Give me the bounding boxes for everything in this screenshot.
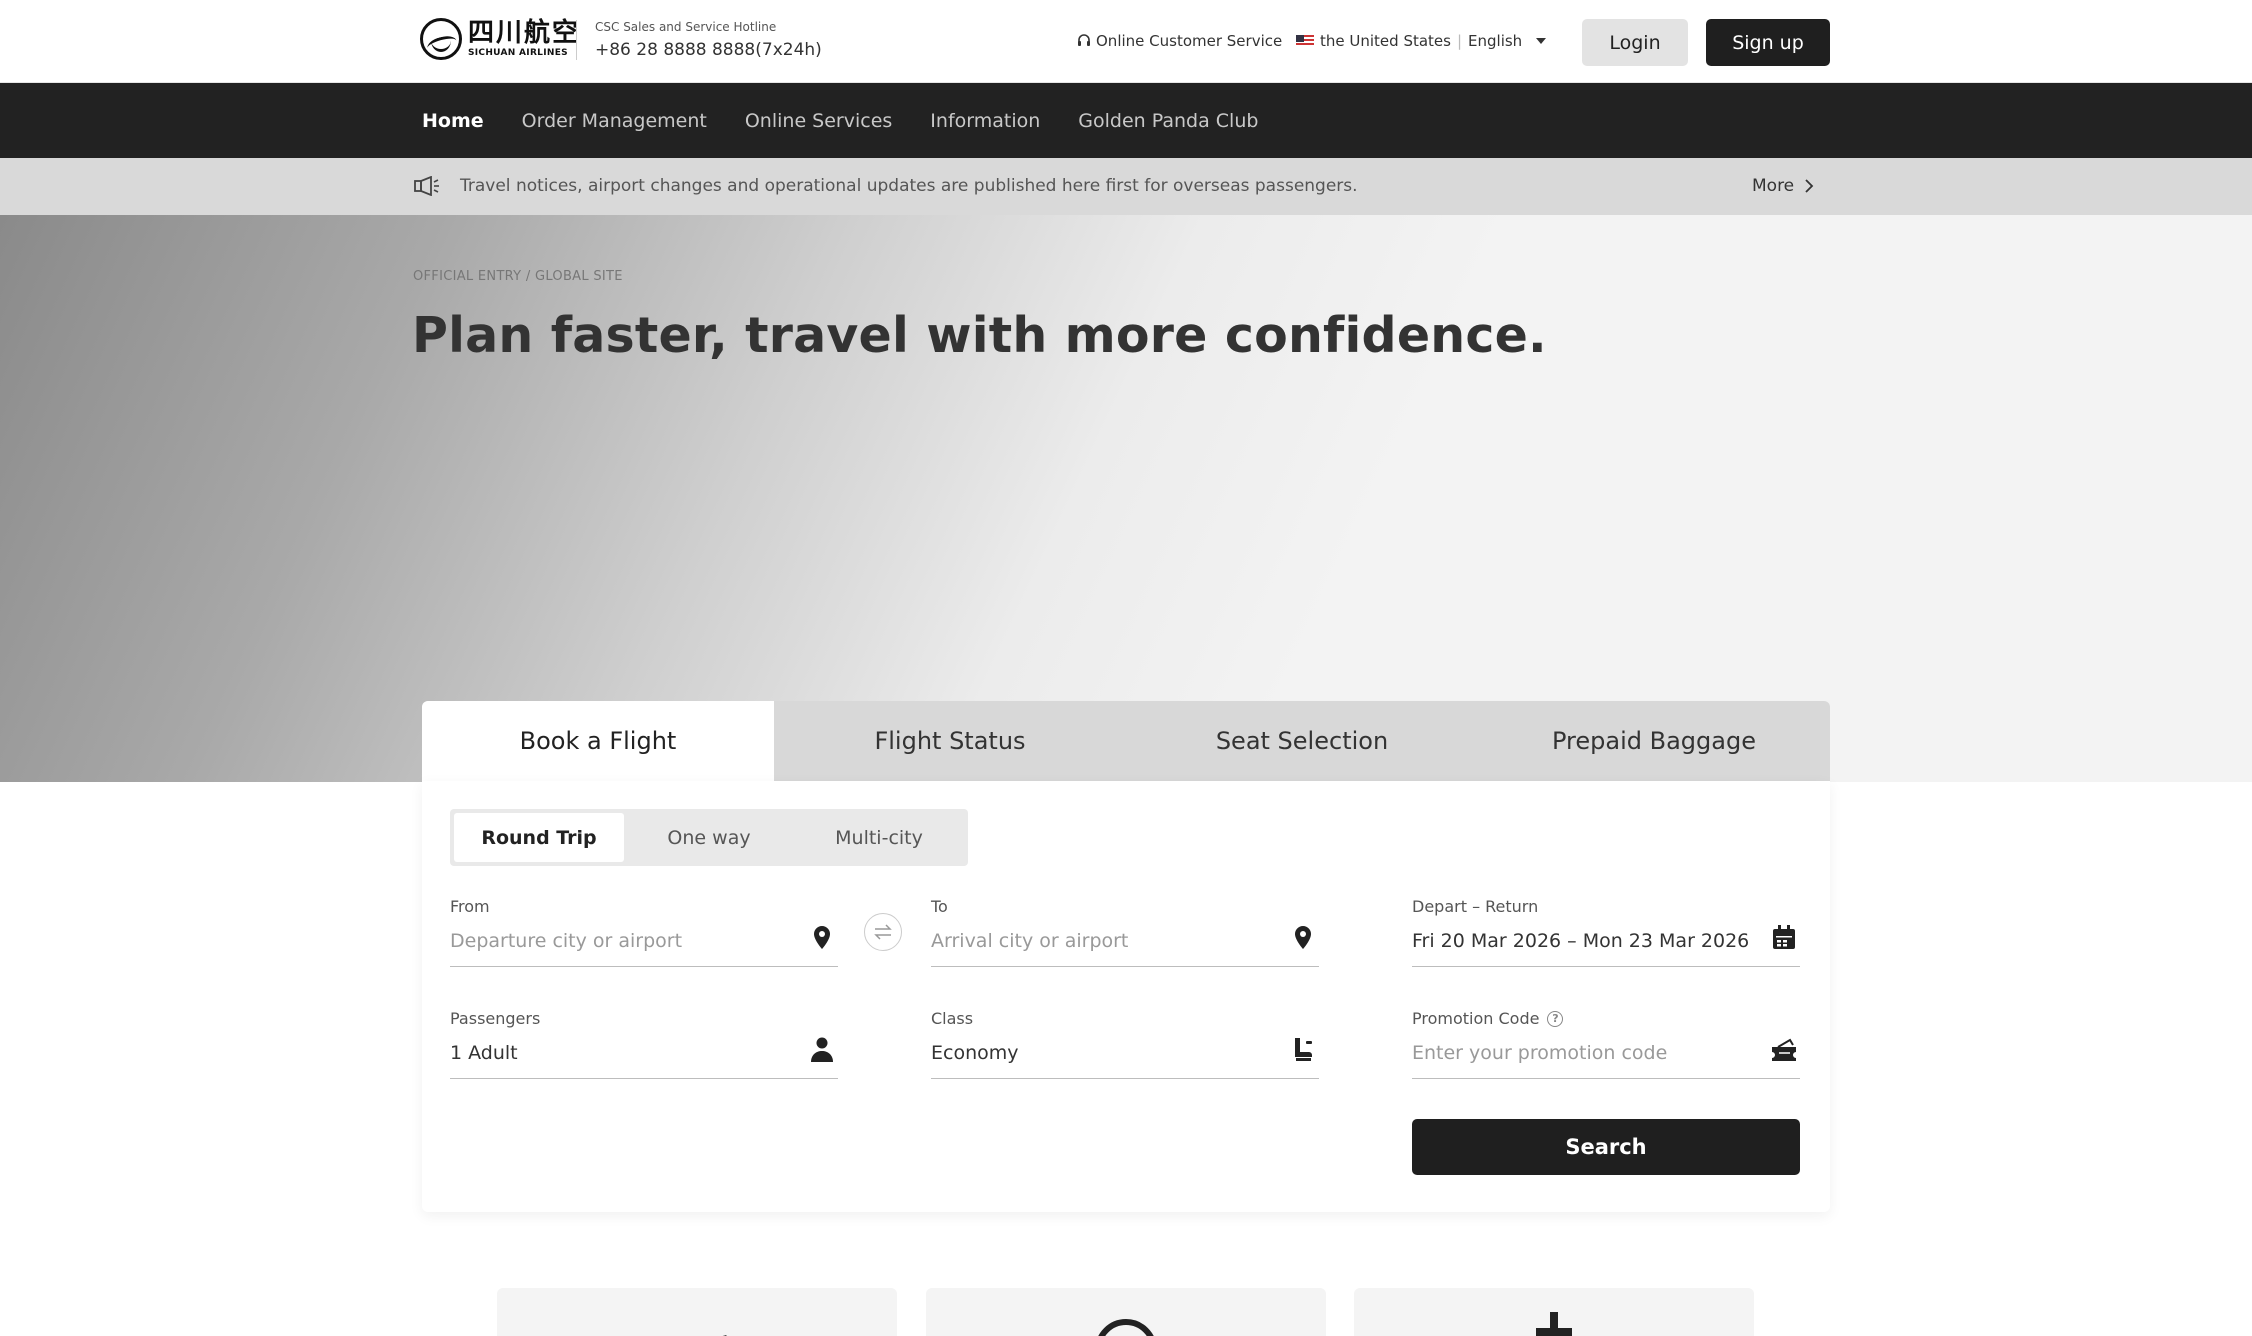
location-pin-icon xyxy=(814,926,830,949)
search-button[interactable]: Search xyxy=(1412,1119,1800,1175)
ticket-icon xyxy=(1772,1038,1796,1061)
clock-icon xyxy=(1098,1319,1154,1336)
notice-bar: Travel notices, airport changes and oper… xyxy=(0,158,2252,215)
country-label: the United States xyxy=(1320,32,1451,50)
promotion-code-field: Promotion Code ? xyxy=(1412,1009,1800,1079)
megaphone-icon xyxy=(414,176,439,196)
nav-item-online-services[interactable]: Online Services xyxy=(745,110,892,132)
language-label: English xyxy=(1468,32,1523,50)
help-icon[interactable]: ? xyxy=(1547,1010,1564,1027)
dates-value[interactable]: Fri 20 Mar 2026 – Mon 23 Mar 2026 xyxy=(1412,930,1749,952)
dates-label: Depart – Return xyxy=(1412,897,1539,916)
top-header: 四川航空 SICHUAN AIRLINES CSC Sales and Serv… xyxy=(0,0,2252,83)
swap-cities-button[interactable] xyxy=(864,913,902,951)
login-button[interactable]: Login xyxy=(1582,19,1688,66)
trip-type-selector: Round Trip One way Multi-city xyxy=(450,809,968,866)
to-field: To xyxy=(931,897,1319,967)
paper-plane-icon xyxy=(722,1335,727,1336)
chevron-down-icon xyxy=(1536,38,1547,44)
booking-tabs: Book a Flight Flight Status Seat Selecti… xyxy=(422,701,1830,781)
from-input[interactable] xyxy=(450,930,780,952)
hotline-label: CSC Sales and Service Hotline xyxy=(595,20,777,34)
headset-icon xyxy=(1078,34,1090,46)
tab-flight-status[interactable]: Flight Status xyxy=(774,701,1126,781)
logo-chinese-name: 四川航空 xyxy=(468,18,581,48)
nav-item-golden-panda-club[interactable]: Golden Panda Club xyxy=(1078,110,1258,132)
logo-emblem-icon xyxy=(420,18,462,60)
nav-item-information[interactable]: Information xyxy=(930,110,1040,132)
hero-banner: OFFICIAL ENTRY / GLOBAL SITE Plan faster… xyxy=(0,215,2252,782)
tab-seat-selection[interactable]: Seat Selection xyxy=(1126,701,1478,781)
chevron-right-icon xyxy=(1805,179,1814,193)
feature-card-1[interactable] xyxy=(497,1288,897,1336)
person-icon xyxy=(811,1037,833,1062)
promotion-code-label: Promotion Code xyxy=(1412,1009,1540,1028)
hero-kicker: OFFICIAL ENTRY / GLOBAL SITE xyxy=(413,269,623,284)
cabin-class-label: Class xyxy=(931,1009,974,1028)
tab-prepaid-baggage[interactable]: Prepaid Baggage xyxy=(1478,701,1830,781)
location-pin-icon xyxy=(1295,926,1311,949)
nav-item-home[interactable]: Home xyxy=(422,110,484,132)
us-flag-icon xyxy=(1296,35,1314,47)
signup-button[interactable]: Sign up xyxy=(1706,19,1830,66)
service-hotline: CSC Sales and Service Hotline +86 28 888… xyxy=(576,20,822,60)
logo-english-name: SICHUAN AIRLINES xyxy=(468,48,568,58)
trip-type-multi-city[interactable]: Multi-city xyxy=(794,813,964,862)
swap-arrows-icon xyxy=(874,924,892,940)
to-input[interactable] xyxy=(931,930,1261,952)
feature-card-3[interactable] xyxy=(1354,1288,1754,1336)
cabin-class-field[interactable]: Class Economy xyxy=(931,1009,1319,1079)
luggage-icon xyxy=(1536,1312,1572,1336)
notice-text: Travel notices, airport changes and oper… xyxy=(460,176,1358,196)
nav-item-order-management[interactable]: Order Management xyxy=(522,110,707,132)
customer-service-label: Online Customer Service xyxy=(1096,32,1283,50)
booking-panel: Round Trip One way Multi-city From To De… xyxy=(422,781,1830,1212)
main-nav: Home Order Management Online Services In… xyxy=(0,83,2252,158)
tab-book-a-flight[interactable]: Book a Flight xyxy=(422,701,774,781)
dates-field[interactable]: Depart – Return Fri 20 Mar 2026 – Mon 23… xyxy=(1412,897,1800,967)
online-customer-service-link[interactable]: Online Customer Service xyxy=(1076,32,1282,50)
from-label: From xyxy=(450,897,490,916)
seat-icon xyxy=(1295,1038,1312,1061)
promotion-code-input[interactable] xyxy=(1412,1042,1742,1064)
trip-type-one-way[interactable]: One way xyxy=(624,813,794,862)
to-label: To xyxy=(931,897,948,916)
cabin-class-value[interactable]: Economy xyxy=(931,1042,1019,1064)
passengers-field[interactable]: Passengers 1 Adult xyxy=(450,1009,838,1079)
passengers-label: Passengers xyxy=(450,1009,541,1028)
region-language-selector[interactable]: the United States | English xyxy=(1296,32,1547,50)
from-field: From xyxy=(450,897,838,967)
airline-logo[interactable]: 四川航空 SICHUAN AIRLINES xyxy=(420,18,580,60)
notice-more-link[interactable]: More xyxy=(1752,176,1814,196)
hero-title: Plan faster, travel with more confidence… xyxy=(412,307,1547,364)
passengers-value[interactable]: 1 Adult xyxy=(450,1042,518,1064)
feature-card-2[interactable] xyxy=(926,1288,1326,1336)
trip-type-round-trip[interactable]: Round Trip xyxy=(454,813,624,862)
hotline-number: +86 28 8888 8888(7x24h) xyxy=(595,40,822,60)
calendar-icon xyxy=(1773,925,1795,949)
more-label: More xyxy=(1752,176,1795,196)
